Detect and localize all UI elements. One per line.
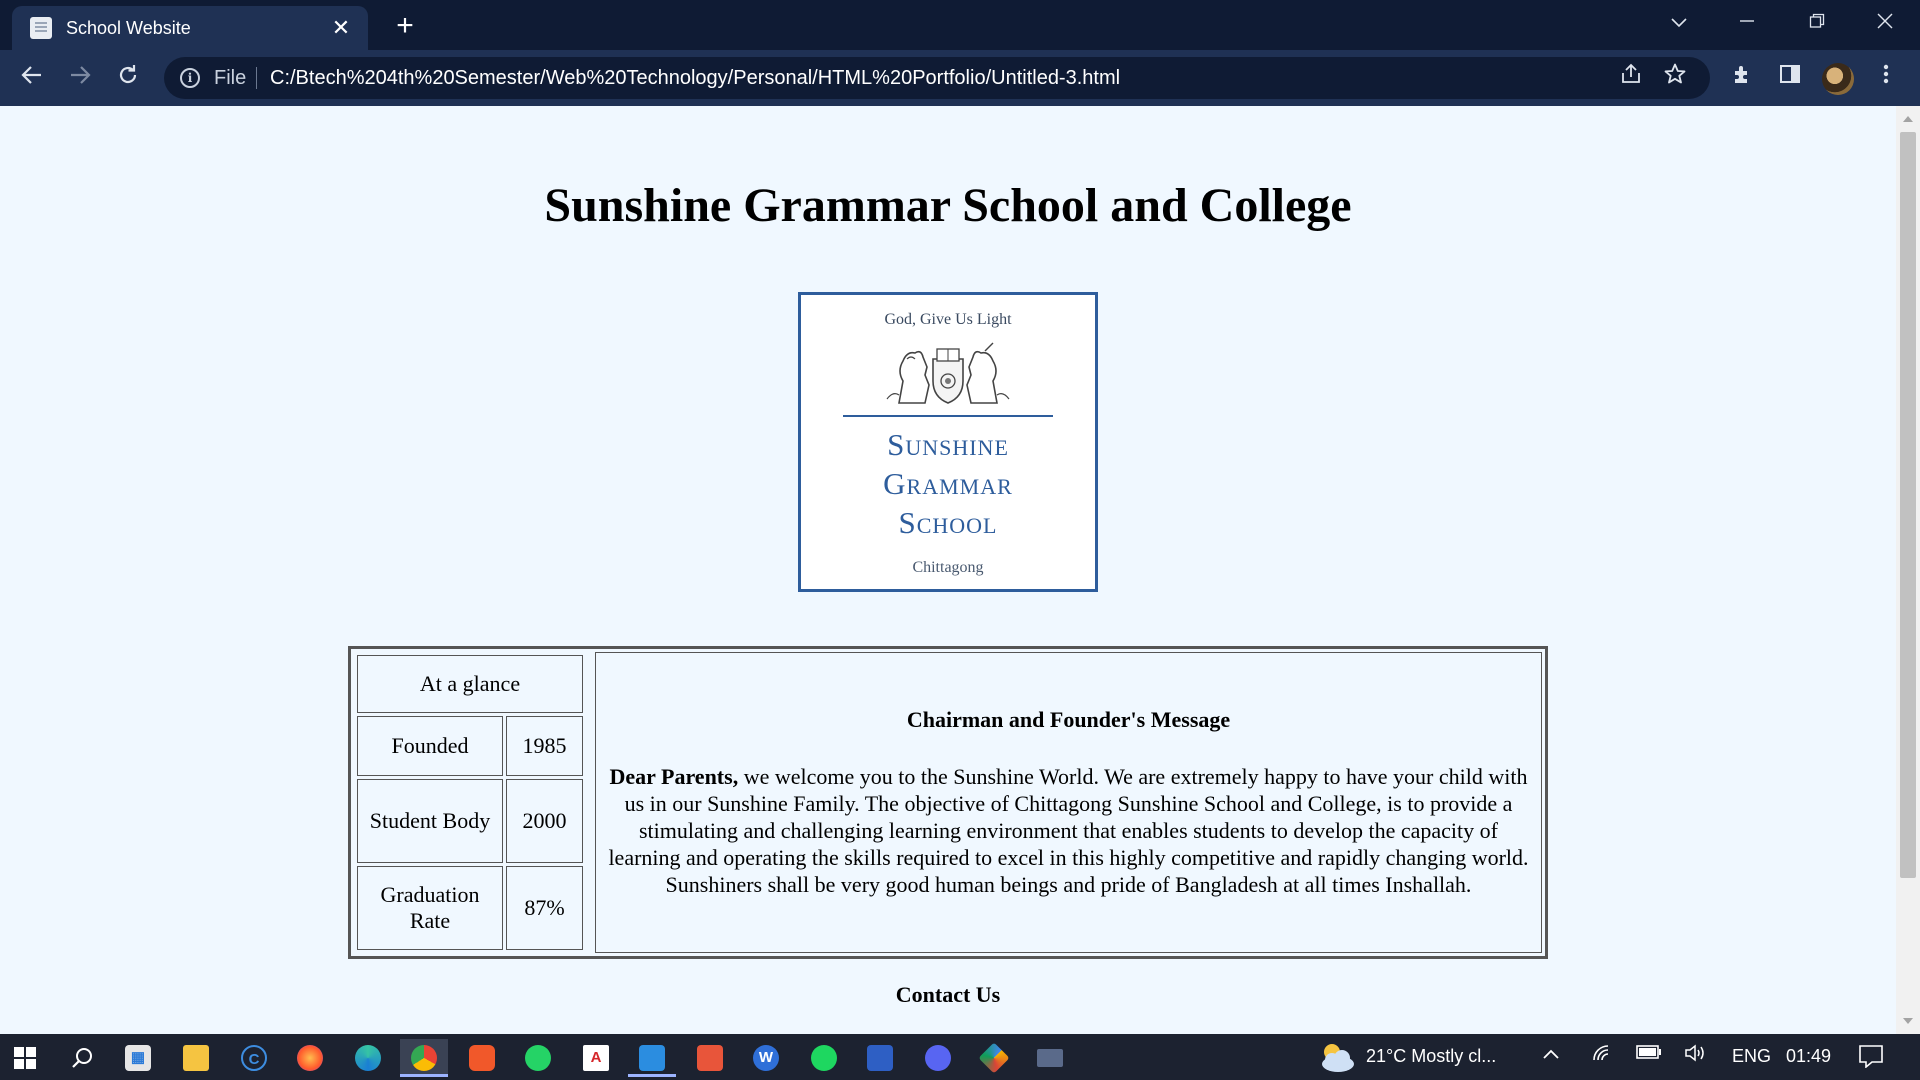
forward-button[interactable] (62, 60, 98, 96)
address-bar[interactable]: i File C:/Btech%204th%20Semester/Web%20T… (164, 57, 1710, 99)
student-body-value: 2000 (506, 779, 583, 863)
file-scheme-label: File (214, 67, 247, 89)
weather-text[interactable]: 21°C Mostly cl... (1366, 1046, 1496, 1067)
windows-start-icon[interactable] (14, 1047, 36, 1069)
school-logo: God, Give Us Light Sunshine Grammar Scho… (798, 292, 1098, 592)
logo-city: Chittagong (912, 559, 984, 576)
weather-cloud-icon[interactable] (1316, 1040, 1356, 1074)
page-title: Sunshine Grammar School and College (544, 179, 1352, 232)
graduation-rate-label: Graduation Rate (357, 866, 503, 950)
page-scrollbar[interactable] (1896, 106, 1920, 1034)
scroll-down-arrow-icon[interactable] (1903, 1018, 1913, 1024)
info-table: At a glance Founded 1985 Student Body 20… (348, 646, 1548, 959)
close-tab-icon[interactable]: ✕ (328, 15, 354, 41)
window-icon[interactable] (1026, 1039, 1074, 1077)
app-icon[interactable] (856, 1039, 904, 1077)
volume-icon[interactable] (1684, 1044, 1706, 1067)
file-explorer-icon[interactable] (172, 1039, 220, 1077)
search-icon[interactable] (58, 1039, 106, 1077)
wifi-icon[interactable] (1592, 1044, 1614, 1067)
logo-name-line-2: Grammar (883, 466, 1013, 501)
graduation-rate-value: 87% (506, 866, 583, 950)
restore-button[interactable] (1790, 6, 1844, 40)
message-heading: Chairman and Founder's Message (906, 707, 1231, 732)
extensions-icon[interactable] (1726, 62, 1758, 94)
scroll-up-arrow-icon[interactable] (1903, 116, 1913, 122)
browser-toolbar: i File C:/Btech%204th%20Semester/Web%20T… (0, 50, 1920, 106)
contact-heading: Contact Us (895, 982, 1001, 1007)
site-info-icon[interactable]: i (180, 68, 200, 88)
logo-divider (843, 415, 1053, 417)
url-text[interactable]: C:/Btech%204th%20Semester/Web%20Technolo… (270, 67, 1120, 90)
microsoft-store-icon[interactable]: ▦ (114, 1039, 162, 1077)
chrome-icon[interactable] (400, 1039, 448, 1077)
school-crest-icon (886, 342, 1010, 404)
back-button[interactable] (14, 60, 50, 96)
acrobat-icon[interactable]: A (572, 1039, 620, 1077)
brave-icon[interactable] (458, 1039, 506, 1077)
ccleaner-icon[interactable]: C (230, 1039, 278, 1077)
spotify-icon[interactable] (800, 1039, 848, 1077)
glance-cell: At a glance Founded 1985 Student Body 20… (354, 652, 592, 953)
reload-button[interactable] (110, 60, 146, 96)
bookmark-star-icon[interactable] (1660, 63, 1690, 93)
minimize-button[interactable] (1720, 6, 1774, 40)
side-panel-icon[interactable] (1774, 62, 1806, 94)
message-text: we welcome you to the Sunshine World. We… (608, 764, 1529, 897)
firefox-icon[interactable] (286, 1039, 334, 1077)
clock[interactable]: 01:49 (1786, 1046, 1831, 1067)
table-row: Graduation Rate 87% (357, 866, 583, 950)
table-row: Student Body 2000 (357, 779, 583, 863)
tab-search-icon[interactable] (1652, 6, 1706, 40)
discord-icon[interactable] (914, 1039, 962, 1077)
omnibox-divider (256, 67, 257, 89)
vscode-icon[interactable] (628, 1039, 676, 1077)
message-cell: Chairman and Founder's Message Dear Pare… (595, 652, 1542, 953)
new-tab-button[interactable]: + (388, 10, 422, 44)
whatsapp-icon[interactable] (514, 1039, 562, 1077)
page-favicon-icon (30, 17, 52, 39)
scroll-thumb[interactable] (1900, 132, 1916, 878)
close-window-button[interactable] (1858, 6, 1912, 40)
profile-avatar[interactable] (1822, 63, 1854, 95)
message-body: Dear Parents, we welcome you to the Suns… (608, 763, 1529, 898)
notifications-icon[interactable] (1858, 1044, 1884, 1073)
glance-header: At a glance (357, 655, 583, 713)
message-salutation: Dear Parents, (609, 764, 739, 789)
tab-school-website[interactable]: School Website ✕ (12, 6, 368, 50)
page-viewport: Sunshine Grammar School and College God,… (0, 106, 1896, 1034)
logo-name-line-1: Sunshine (887, 427, 1009, 462)
logo-name-line-3: School (898, 505, 998, 540)
sourcetree-icon[interactable] (970, 1039, 1018, 1077)
tab-title: School Website (66, 17, 191, 38)
tray-chevron-up-icon[interactable] (1542, 1044, 1560, 1065)
founded-label: Founded (357, 716, 503, 776)
edge-icon[interactable] (344, 1039, 392, 1077)
table-row: Founded 1985 (357, 716, 583, 776)
student-body-label: Student Body (357, 779, 503, 863)
glance-table: At a glance Founded 1985 Student Body 20… (354, 652, 586, 953)
wps-icon[interactable]: W (742, 1039, 790, 1077)
battery-icon[interactable] (1636, 1044, 1662, 1065)
menu-kebab-icon[interactable] (1870, 62, 1902, 94)
language-indicator[interactable]: ENG (1732, 1046, 1771, 1067)
windows-taskbar: ▦ C A W 21°C Mostly cl... ENG 01:49 (0, 1034, 1920, 1080)
git-icon[interactable] (686, 1039, 734, 1077)
founded-value: 1985 (506, 716, 583, 776)
tab-strip: School Website ✕ + (0, 0, 1920, 50)
share-icon[interactable] (1616, 63, 1646, 93)
logo-motto: God, Give Us Light (884, 311, 1012, 328)
